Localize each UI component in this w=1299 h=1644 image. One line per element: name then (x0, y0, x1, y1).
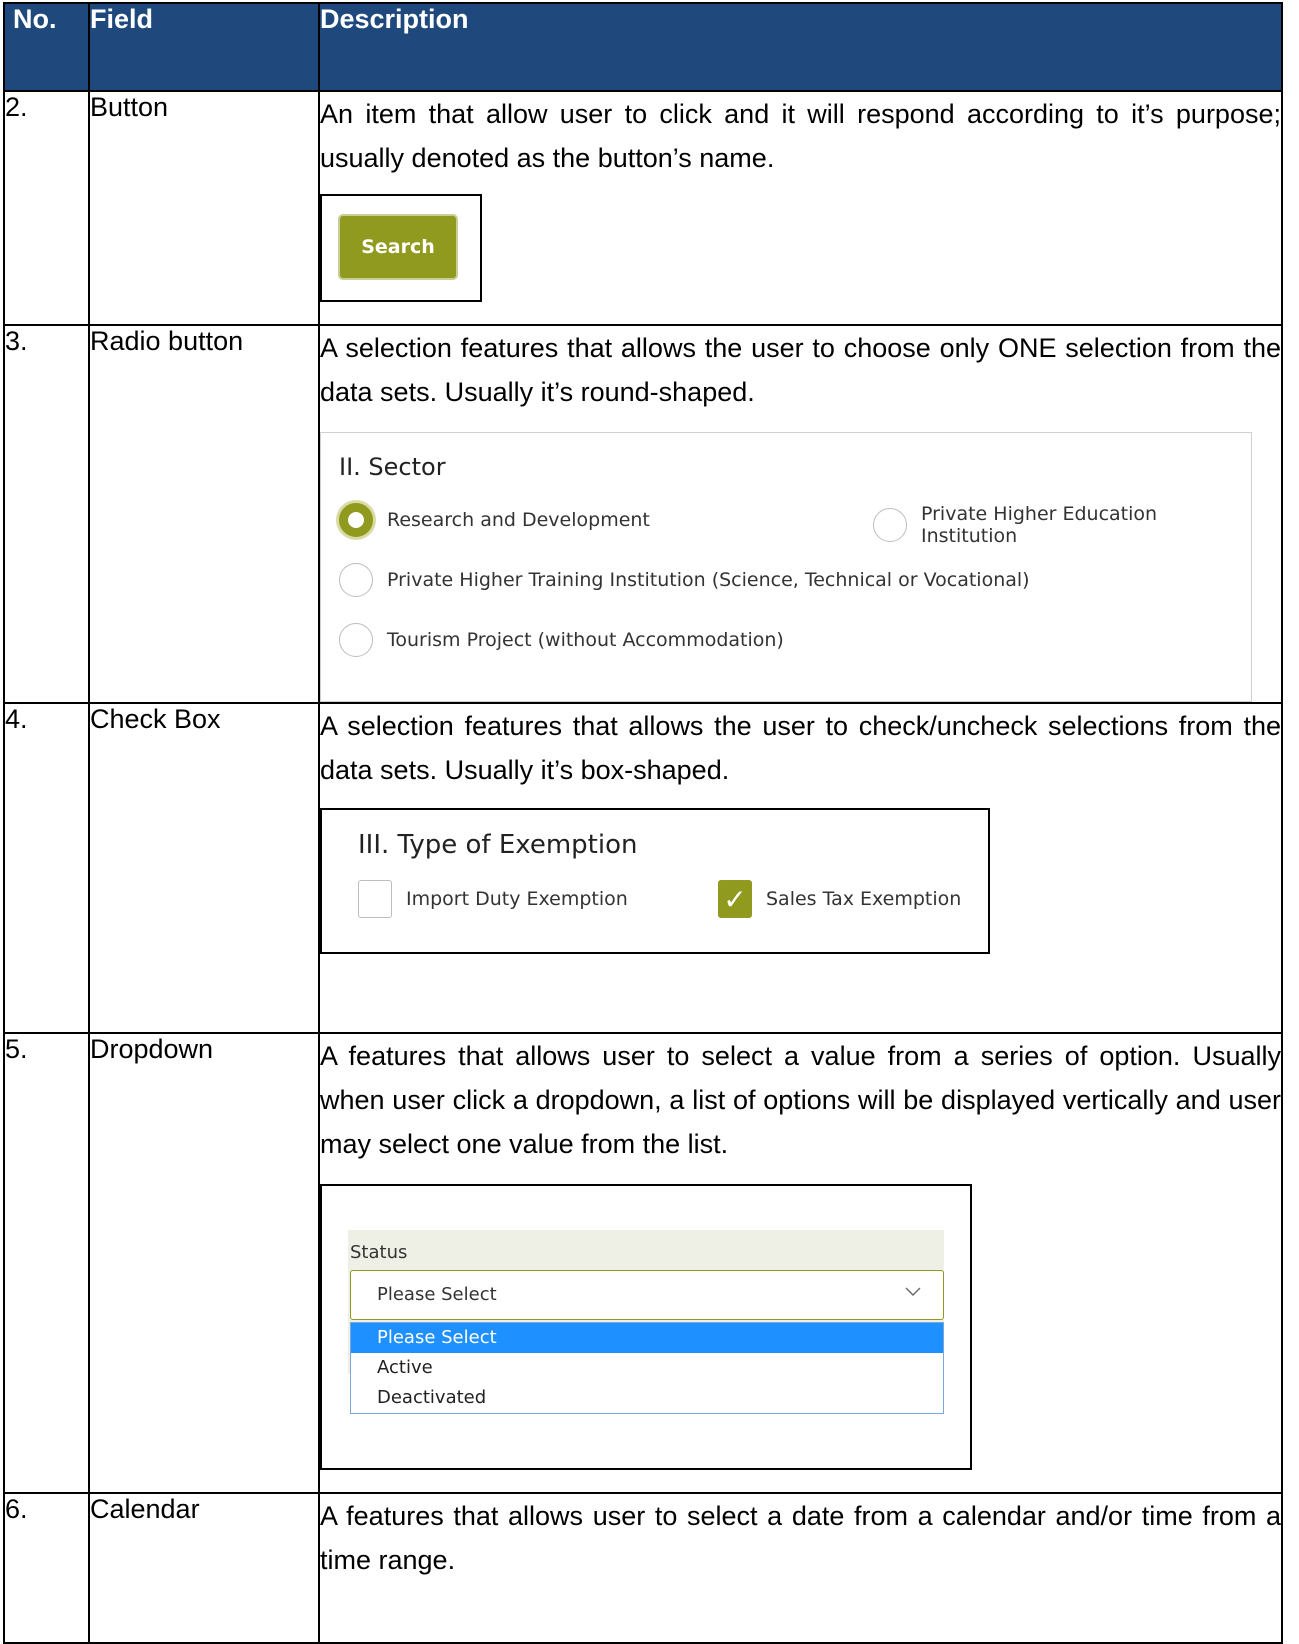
radio-label: Private Higher Training Institution (Sci… (387, 569, 1030, 591)
radio-example: II. Sector Research and Development Priv… (320, 432, 1252, 702)
row-field: Radio button (88, 324, 320, 704)
radio-option-research[interactable]: Research and Development (339, 503, 650, 537)
dropdown-option[interactable]: Active (351, 1353, 943, 1383)
table-header-row: No. Field Description (3, 2, 1283, 92)
radio-unselected-icon[interactable] (339, 623, 373, 657)
dropdown-example: Status Please Select Please Select Activ… (320, 1184, 972, 1470)
row-description-cell: A selection features that allows the use… (318, 324, 1283, 704)
radio-selected-icon[interactable] (339, 503, 373, 537)
checkbox-option-import-duty[interactable]: Import Duty Exemption (358, 880, 628, 918)
status-label: Status (350, 1242, 408, 1263)
row-description: An item that allow user to click and it … (320, 99, 1281, 173)
header-field: Field (88, 2, 320, 92)
radio-option-private-higher-training[interactable]: Private Higher Training Institution (Sci… (339, 563, 1030, 597)
field-description-table: No. Field Description 2. Button An item … (3, 2, 1283, 1644)
search-button[interactable]: Search (340, 216, 456, 278)
table-row: 4. Check Box A selection features that a… (3, 702, 1283, 1034)
checkbox-label: Import Duty Exemption (406, 888, 628, 910)
row-description: A features that allows user to select a … (320, 1041, 1281, 1159)
radio-option-private-higher-education[interactable]: Private Higher Education Institution (873, 503, 1251, 547)
header-no: No. (3, 2, 90, 92)
radio-unselected-icon[interactable] (873, 508, 907, 542)
row-description: A selection features that allows the use… (320, 711, 1281, 785)
checkbox-option-sales-tax[interactable]: ✓ Sales Tax Exemption (718, 880, 961, 918)
row-description-cell: An item that allow user to click and it … (318, 90, 1283, 326)
row-number: 5. (3, 1032, 90, 1494)
row-field: Calendar (88, 1492, 320, 1644)
row-description-cell: A features that allows user to select a … (318, 1032, 1283, 1494)
dropdown-option[interactable]: Please Select (351, 1323, 943, 1353)
radio-label: Tourism Project (without Accommodation) (387, 629, 784, 651)
radio-unselected-icon[interactable] (339, 563, 373, 597)
radio-option-tourism-project[interactable]: Tourism Project (without Accommodation) (339, 623, 784, 657)
row-description: A selection features that allows the use… (320, 333, 1281, 407)
row-field: Check Box (88, 702, 320, 1034)
radio-label: Private Higher Education Institution (921, 503, 1158, 547)
radio-label: Research and Development (387, 509, 650, 531)
checkbox-unchecked-icon[interactable] (358, 880, 392, 918)
checkbox-example: III. Type of Exemption Import Duty Exemp… (320, 808, 990, 954)
row-number: 3. (3, 324, 90, 704)
row-description: A features that allows user to select a … (320, 1501, 1281, 1575)
button-example: Search (320, 194, 482, 302)
checkbox-label: Sales Tax Exemption (766, 888, 962, 910)
dropdown-options-list: Please Select Active Deactivated (350, 1322, 944, 1414)
row-number: 4. (3, 702, 90, 1034)
table-row: 5. Dropdown A features that allows user … (3, 1032, 1283, 1494)
row-description-cell: A features that allows user to select a … (318, 1492, 1283, 1644)
header-description: Description (318, 2, 1283, 92)
row-field: Button (88, 90, 320, 326)
sector-title: II. Sector (339, 453, 446, 481)
row-number: 6. (3, 1492, 90, 1644)
table-row: 6. Calendar A features that allows user … (3, 1492, 1283, 1644)
table-row: 3. Radio button A selection features tha… (3, 324, 1283, 704)
row-description-cell: A selection features that allows the use… (318, 702, 1283, 1034)
exemption-title: III. Type of Exemption (358, 830, 638, 860)
row-number: 2. (3, 90, 90, 326)
checkmark-icon[interactable]: ✓ (718, 880, 752, 918)
status-select[interactable]: Please Select (350, 1270, 944, 1320)
dropdown-option[interactable]: Deactivated (351, 1383, 943, 1413)
chevron-down-icon (905, 1287, 921, 1296)
table-row: 2. Button An item that allow user to cli… (3, 90, 1283, 326)
row-field: Dropdown (88, 1032, 320, 1494)
select-value: Please Select (377, 1284, 497, 1305)
